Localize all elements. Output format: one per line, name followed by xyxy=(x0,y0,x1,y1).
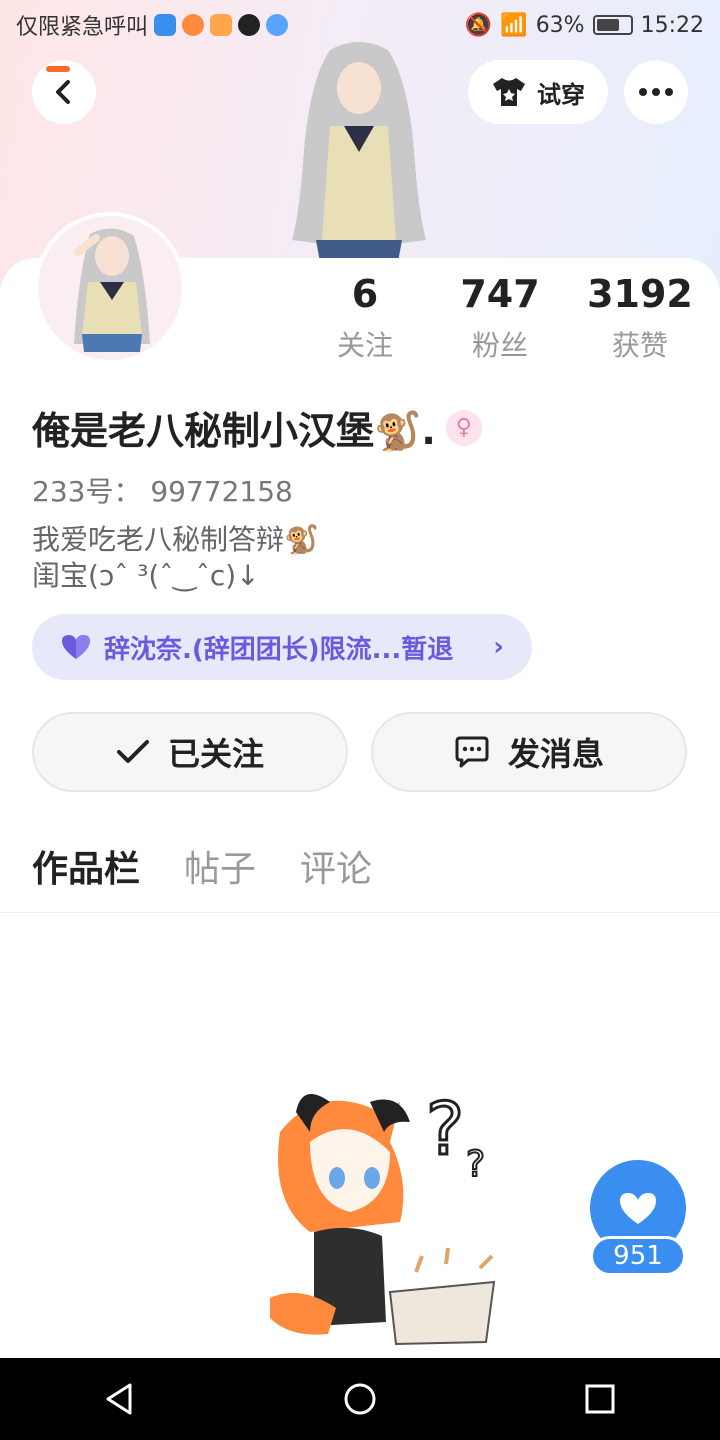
tiktok-app-icon xyxy=(238,14,261,36)
send-message-label: 发消息 xyxy=(507,735,604,773)
svg-text:?: ? xyxy=(426,1087,464,1171)
heart-icon xyxy=(62,635,90,659)
stat-followers[interactable]: 747 粉丝 xyxy=(435,272,565,364)
checkmark-icon xyxy=(116,740,149,763)
chevron-left-icon xyxy=(56,80,70,104)
stat-following[interactable]: 6 关注 xyxy=(300,272,430,364)
avatar[interactable] xyxy=(34,212,186,364)
play-app-icon xyxy=(210,14,233,36)
triangle-back-icon xyxy=(106,1383,132,1415)
bio-line-1: 我爱吃老八秘制答辩🐒 xyxy=(32,523,319,556)
nav-back-button[interactable] xyxy=(90,1369,150,1429)
group-badge-button[interactable]: 辞沈奈.(辞团团长)限流...暂退 › xyxy=(32,614,532,680)
followed-button[interactable]: 已关注 xyxy=(32,712,348,792)
bio-line-2: 闺宝(ɔˆ ³(ˆ‿ˆc)↓ xyxy=(32,559,260,592)
tab-works[interactable]: 作品栏 xyxy=(32,840,140,900)
avatar-character-illustration xyxy=(292,42,426,262)
tshirt-icon xyxy=(493,78,525,106)
profile-tabs: 作品栏 帖子 评论 xyxy=(32,840,372,900)
like-count-badge: 951 xyxy=(590,1236,686,1276)
group-label: 辞沈奈.(辞团团长)限流...暂退 xyxy=(104,634,454,665)
send-message-button[interactable]: 发消息 xyxy=(371,712,687,792)
likes-count: 3192 xyxy=(587,272,693,316)
empty-state-illustration: ? ? xyxy=(270,1086,496,1346)
nav-home-button[interactable] xyxy=(330,1369,390,1429)
followers-label: 粉丝 xyxy=(471,329,528,362)
system-navigation-bar xyxy=(0,1358,720,1440)
more-dots-icon xyxy=(639,88,673,96)
chevron-right-icon: › xyxy=(493,632,504,662)
carrier-text: 仅限紧急呼叫 xyxy=(16,15,149,40)
tab-active-indicator xyxy=(46,66,70,72)
female-gender-icon: ♀ xyxy=(445,409,482,446)
username: 俺是老八秘制小汉堡🐒. xyxy=(32,409,436,453)
shield-app-icon xyxy=(154,14,177,36)
likes-label: 获赞 xyxy=(611,329,668,362)
stat-likes[interactable]: 3192 获赞 xyxy=(575,272,705,364)
username-row: 俺是老八秘制小汉堡🐒. ♀ xyxy=(32,400,482,455)
status-right: 🔕 📶 63% 15:22 xyxy=(465,13,704,38)
nav-recents-button[interactable] xyxy=(570,1369,630,1429)
try-on-label: 试穿 xyxy=(537,80,585,109)
status-left: 仅限紧急呼叫 xyxy=(16,9,289,41)
tabs-divider xyxy=(0,912,720,913)
square-recents-icon xyxy=(585,1384,615,1414)
globe-app-icon xyxy=(266,14,289,36)
followed-label: 已关注 xyxy=(167,735,264,773)
following-count: 6 xyxy=(351,272,379,316)
try-on-button[interactable]: 试穿 xyxy=(468,60,608,124)
avatar-image xyxy=(74,228,150,352)
clock: 15:22 xyxy=(640,12,704,38)
circle-home-icon xyxy=(344,1383,376,1415)
heart-icon xyxy=(620,1193,656,1224)
bio: 我爱吃老八秘制答辩🐒 闺宝(ɔˆ ³(ˆ‿ˆc)↓ xyxy=(32,522,552,594)
battery-percent: 63% xyxy=(535,12,585,38)
tab-posts[interactable]: 帖子 xyxy=(184,840,256,900)
svg-text:?: ? xyxy=(466,1144,485,1185)
ring-app-icon xyxy=(182,14,205,36)
battery-icon xyxy=(592,15,633,35)
followers-count: 747 xyxy=(460,272,540,316)
chat-bubble-icon xyxy=(455,736,489,768)
mute-icon: 🔕 xyxy=(464,12,493,38)
tab-comments[interactable]: 评论 xyxy=(300,840,372,900)
more-options-button[interactable] xyxy=(624,60,688,124)
following-label: 关注 xyxy=(336,329,393,362)
wifi-icon: 📶 xyxy=(500,12,528,38)
user-id: 233号： 99772158 xyxy=(32,475,293,508)
